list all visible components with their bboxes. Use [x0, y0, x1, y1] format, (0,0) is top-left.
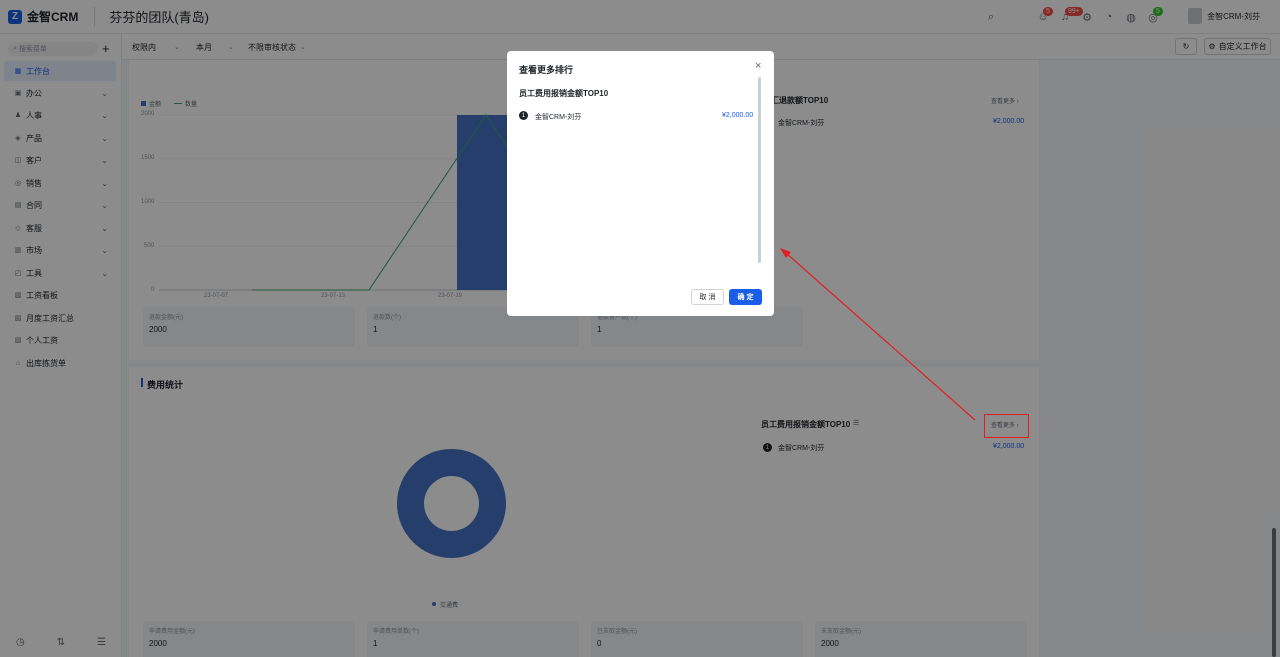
modal-rank-name: 金智CRM-刘芬 — [535, 114, 582, 121]
modal-rank-value: ¥2,000.00 — [722, 112, 754, 119]
modal-subtitle: 员工费用报销金额TOP10 — [519, 89, 609, 98]
confirm-button[interactable]: 确 定 — [729, 289, 762, 305]
modal-title: 查看更多排行 — [519, 65, 574, 75]
close-icon[interactable]: × — [755, 60, 761, 72]
more-ranking-modal: 查看更多排行 × 员工费用报销金额TOP10 1 金智CRM-刘芬 ¥2,000… — [507, 51, 774, 316]
cancel-button[interactable]: 取 消 — [691, 289, 724, 305]
modal-scrollbar[interactable] — [758, 77, 761, 263]
modal-rank-number: 1 — [519, 111, 528, 120]
